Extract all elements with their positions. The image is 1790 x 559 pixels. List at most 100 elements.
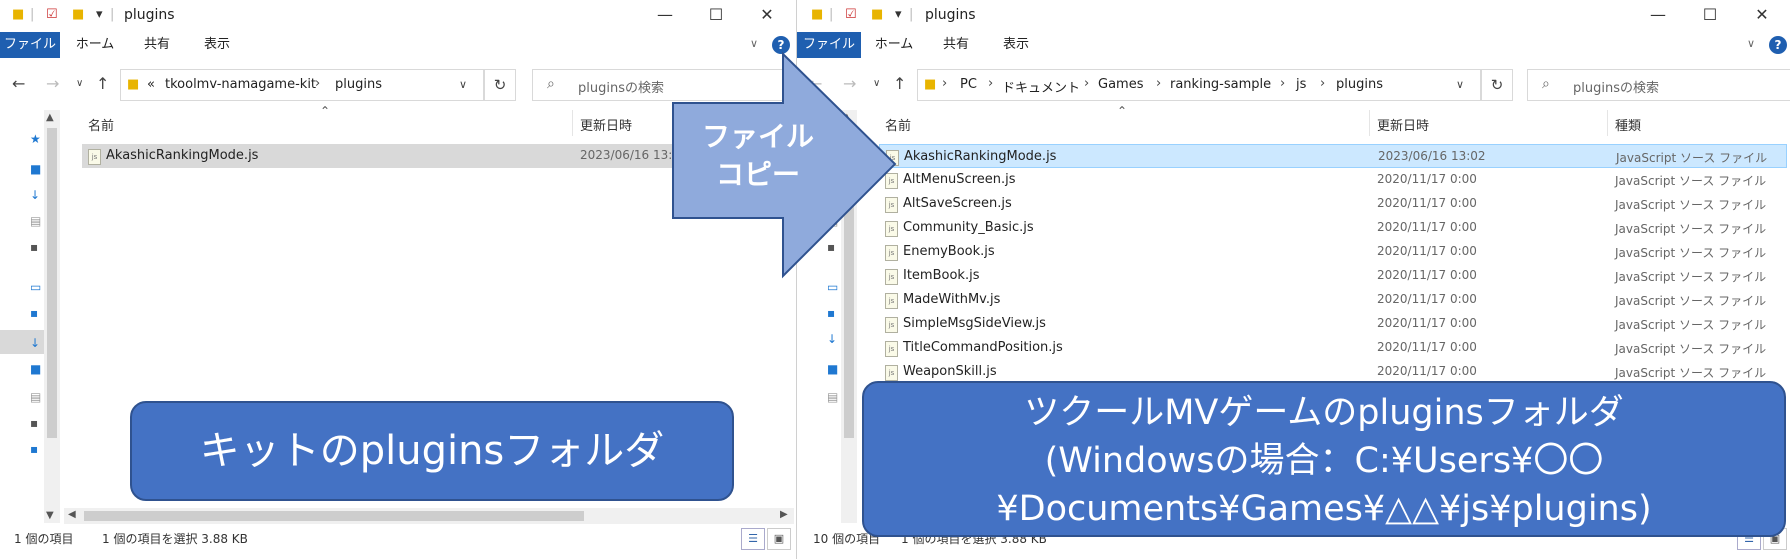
tab-share[interactable]: 共有 (931, 32, 981, 58)
drive-icon[interactable]: ▪ (827, 306, 839, 320)
quick-access-icon[interactable]: ★ (30, 132, 42, 146)
file-row[interactable]: js MadeWithMv.js 2020/11/17 0:00 JavaScr… (879, 288, 1787, 312)
column-header-name[interactable]: 名前 (88, 115, 114, 134)
refresh-icon[interactable]: ↻ (1481, 69, 1513, 101)
breadcrumb-separator-icon[interactable]: › (988, 76, 993, 91)
arrow-label-line: コピー (715, 158, 800, 191)
desktop-icon[interactable]: ■ (30, 162, 42, 176)
breadcrumb-separator-icon[interactable]: › (1156, 76, 1161, 91)
breadcrumb-separator-icon[interactable]: › (942, 76, 947, 91)
tab-view[interactable]: 表示 (192, 32, 242, 58)
chevron-down-icon[interactable]: ∨ (1456, 78, 1464, 91)
pc-icon[interactable]: ▭ (30, 280, 42, 294)
pictures-icon[interactable]: ▪ (30, 240, 42, 254)
new-folder-icon[interactable]: ■ (72, 7, 84, 22)
file-row[interactable]: js Community_Basic.js 2020/11/17 0:00 Ja… (879, 216, 1787, 240)
file-row[interactable]: js ItemBook.js 2020/11/17 0:00 JavaScrip… (879, 264, 1787, 288)
breadcrumb-separator-icon[interactable]: › (1280, 76, 1285, 91)
refresh-icon[interactable]: ↻ (484, 69, 516, 101)
details-view-icon[interactable]: ☰ (741, 528, 765, 550)
help-icon[interactable]: ? (1769, 36, 1787, 54)
download-icon[interactable]: ↓ (30, 188, 42, 202)
breadcrumb-item[interactable]: ranking-sample (1170, 77, 1271, 92)
breadcrumb-overflow[interactable]: « (147, 77, 155, 92)
close-button[interactable]: ✕ (744, 3, 790, 27)
address-bar[interactable]: ■ › PC › ドキュメント › Games › ranking-sample… (917, 69, 1481, 101)
customize-qat-icon[interactable]: ▾ (895, 7, 902, 22)
js-file-icon: js (885, 317, 898, 333)
chevron-down-icon[interactable]: ∨ (459, 78, 467, 91)
breadcrumb-item[interactable]: ドキュメント (1002, 77, 1080, 96)
breadcrumb-item[interactable]: PC (960, 77, 977, 92)
file-name: WeaponSkill.js (903, 364, 997, 379)
scroll-thumb[interactable] (47, 128, 57, 438)
breadcrumb-separator-icon[interactable]: › (1084, 76, 1089, 91)
network-icon[interactable]: ▪ (30, 442, 42, 456)
customize-qat-icon[interactable]: ▾ (96, 7, 103, 22)
chevron-down-icon[interactable]: ∨ (1747, 37, 1755, 50)
new-folder-icon[interactable]: ■ (871, 7, 883, 22)
tab-view[interactable]: 表示 (991, 32, 1041, 58)
properties-icon[interactable]: ☑ (845, 7, 857, 22)
tab-file[interactable]: ファイル (0, 32, 60, 58)
column-divider[interactable] (572, 110, 573, 136)
forward-arrow-icon[interactable]: → (46, 74, 59, 93)
maximize-button[interactable]: ☐ (693, 3, 739, 27)
video-icon[interactable]: ▪ (30, 416, 42, 430)
scroll-up-arrow-icon[interactable]: ▲ (46, 112, 54, 123)
file-row[interactable]: js AkashicRankingMode.js 2023/06/16 13:0… (879, 144, 1787, 168)
download-icon[interactable]: ↓ (827, 332, 839, 346)
scroll-right-arrow-icon[interactable]: ▶ (780, 509, 788, 520)
breadcrumb-item[interactable]: tkoolmv-namagame-kit (165, 77, 316, 92)
breadcrumb-item[interactable]: Games (1098, 77, 1143, 92)
file-row[interactable]: js AltSaveScreen.js 2020/11/17 0:00 Java… (879, 192, 1787, 216)
scroll-down-arrow-icon[interactable]: ▼ (46, 510, 54, 521)
breadcrumb-item[interactable]: plugins (1336, 77, 1383, 92)
file-row[interactable]: js EnemyBook.js 2020/11/17 0:00 JavaScri… (879, 240, 1787, 264)
breadcrumb-separator-icon[interactable]: › (1320, 76, 1325, 91)
up-arrow-icon[interactable]: ↑ (96, 74, 109, 93)
column-header-type[interactable]: 種類 (1615, 115, 1641, 134)
documents-icon[interactable]: ▤ (30, 390, 42, 404)
music-icon[interactable]: ■ (30, 362, 42, 376)
search-input[interactable]: pluginsの検索 (578, 77, 664, 96)
chevron-down-icon[interactable]: ∨ (750, 37, 758, 50)
pc-icon[interactable]: ▭ (827, 280, 839, 294)
breadcrumb-separator-icon[interactable]: › (315, 76, 320, 91)
recent-locations-icon[interactable]: ∨ (76, 78, 83, 89)
column-header-date[interactable]: 更新日時 (580, 115, 632, 134)
scroll-thumb[interactable] (84, 511, 584, 521)
properties-icon[interactable]: ☑ (46, 7, 58, 22)
file-row[interactable]: js SimpleMsgSideView.js 2020/11/17 0:00 … (879, 312, 1787, 336)
address-bar[interactable]: ■ « tkoolmv-namagame-kit › plugins ∨ (120, 69, 484, 101)
nav-pane-scrollbar[interactable]: ▲ ▼ (44, 110, 60, 523)
scroll-left-arrow-icon[interactable]: ◀ (68, 509, 76, 520)
file-date: 2020/11/17 0:00 (1377, 340, 1477, 354)
file-row[interactable]: js TitleCommandPosition.js 2020/11/17 0:… (879, 336, 1787, 360)
maximize-button[interactable]: ☐ (1687, 3, 1733, 27)
close-button[interactable]: ✕ (1739, 3, 1785, 27)
download-icon[interactable]: ↓ (30, 336, 42, 350)
documents-icon[interactable]: ▤ (30, 214, 42, 228)
search-box[interactable]: ⌕ pluginsの検索 (1527, 69, 1790, 101)
column-header-date[interactable]: 更新日時 (1377, 115, 1429, 134)
tab-home[interactable]: ホーム (70, 32, 120, 58)
folder-icon: ■ (811, 7, 824, 22)
column-divider[interactable] (1607, 110, 1608, 136)
documents-icon[interactable]: ▤ (827, 390, 839, 404)
search-input[interactable]: pluginsの検索 (1573, 77, 1659, 96)
horizontal-scrollbar[interactable]: ◀ ▶ (64, 508, 794, 524)
drive-icon[interactable]: ▪ (30, 306, 42, 320)
callout-game-plugins-folder: ツクールMVゲームのpluginsフォルダ (Windowsの場合：C:¥Use… (862, 381, 1786, 537)
minimize-button[interactable]: — (642, 3, 688, 27)
back-arrow-icon[interactable]: ← (12, 74, 25, 93)
file-type: JavaScript ソース ファイル (1615, 222, 1767, 236)
minimize-button[interactable]: — (1635, 3, 1681, 27)
breadcrumb-item[interactable]: plugins (335, 77, 382, 92)
large-icons-view-icon[interactable]: ▣ (767, 528, 791, 550)
music-icon[interactable]: ■ (827, 362, 839, 376)
tab-share[interactable]: 共有 (132, 32, 182, 58)
file-row[interactable]: js AltMenuScreen.js 2020/11/17 0:00 Java… (879, 168, 1787, 192)
breadcrumb-item[interactable]: js (1296, 77, 1306, 92)
column-divider[interactable] (1369, 110, 1370, 136)
